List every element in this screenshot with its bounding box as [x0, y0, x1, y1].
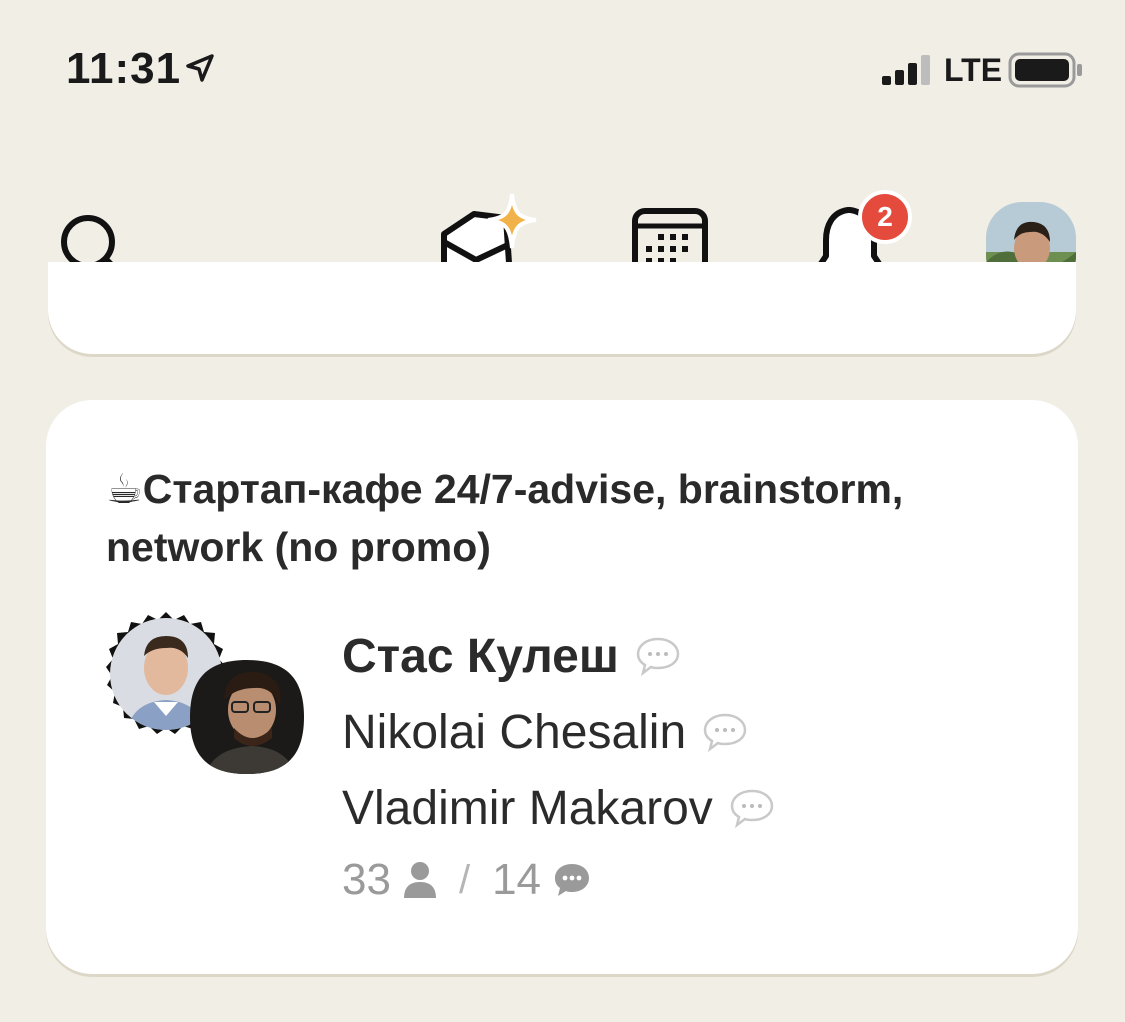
speaker-name: Vladimir Makarov [342, 781, 713, 835]
speaker-row[interactable]: Nikolai Chesalin [342, 694, 1022, 770]
speech-bubble-icon [555, 864, 590, 896]
person-icon [403, 862, 436, 898]
chat-bubble-icon [636, 637, 680, 676]
notification-count-badge: 2 [858, 190, 912, 244]
room-title-text: Стартап-кафе 24/7-advise, brainstorm, ne… [106, 466, 904, 570]
speaker-list: Стас Кулеш Nikolai Chesalin Vladimir Mak… [342, 618, 1022, 846]
room-title: ☕Стартап-кафе 24/7-advise, brainstorm, n… [106, 460, 1006, 576]
chat-bubble-icon [703, 713, 747, 752]
room-stats: 33 / 14 [342, 850, 591, 910]
chat-bubble-icon [730, 789, 774, 828]
coffee-cup-emoji: ☕ [106, 466, 143, 512]
speaker-name: Nikolai Chesalin [342, 705, 687, 759]
speaker-row[interactable]: Стас Кулеш [342, 618, 1022, 694]
battery-icon [1008, 52, 1082, 88]
room-card[interactable]: ☕Стартап-кафе 24/7-advise, brainstorm, n… [46, 400, 1078, 974]
speaker-name: Стас Кулеш [342, 629, 619, 683]
location-arrow-icon [186, 54, 214, 82]
status-time: 11:31 [66, 44, 182, 93]
speaker-row[interactable]: Vladimir Makarov [342, 770, 1022, 846]
speaker-photo-2 [190, 660, 304, 774]
status-bar: 11:31 LTE [0, 0, 1125, 140]
stats-divider: / [458, 857, 471, 902]
listener-count: 33 [342, 855, 391, 904]
speaker-count: 14 [492, 855, 542, 904]
speaker-avatar-2 [186, 656, 308, 778]
previous-room-card[interactable] [48, 262, 1076, 354]
cellular-signal-icon [882, 55, 930, 85]
carrier-label: LTE [944, 52, 1003, 88]
